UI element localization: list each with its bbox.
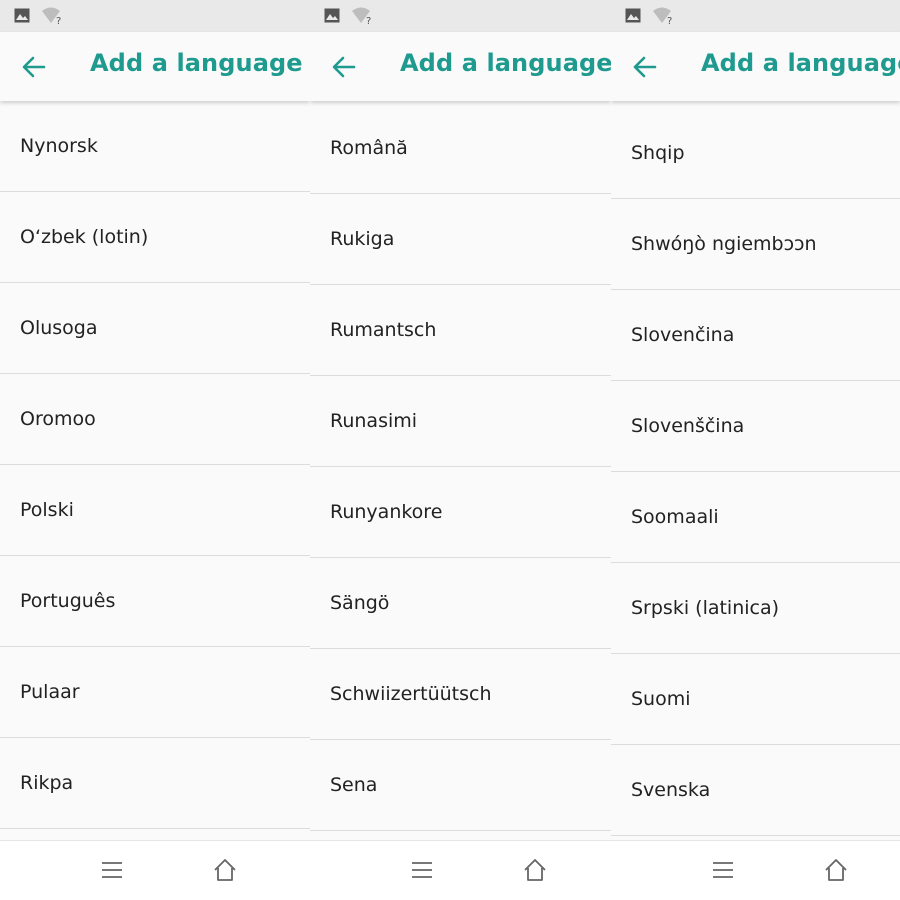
page-title: Add a language (400, 49, 611, 77)
language-label: Suomi (631, 688, 691, 710)
home-icon[interactable] (212, 858, 238, 882)
language-item[interactable]: Svenska (611, 745, 900, 836)
language-label: Português (20, 590, 116, 612)
language-item[interactable]: Polski (0, 465, 310, 556)
language-item[interactable]: Rukiga (310, 194, 611, 285)
menu-icon[interactable] (411, 859, 433, 881)
app-bar: Add a language (611, 32, 900, 101)
image-icon (625, 8, 641, 23)
svg-text:?: ? (56, 16, 61, 25)
language-label: Slovenščina (631, 415, 745, 437)
language-item[interactable]: Português (0, 556, 310, 647)
language-label: Runasimi (330, 410, 418, 432)
language-item[interactable]: O‘zbek (lotin) (0, 192, 310, 283)
language-label: Nynorsk (20, 135, 98, 157)
app-bar: Add a language (0, 32, 310, 101)
language-label: Română (330, 137, 408, 159)
svg-text:?: ? (366, 16, 371, 25)
language-label: Rumantsch (330, 319, 437, 341)
wifi-question-icon: ? (352, 7, 371, 25)
language-item[interactable]: Rikpa (0, 738, 310, 829)
language-label: Rukiga (330, 228, 395, 250)
language-label: Svenska (631, 779, 711, 801)
language-label: Shwóŋò ngiembɔɔn (631, 233, 817, 255)
language-item[interactable]: Sängö (310, 558, 611, 649)
language-label: Slovenčina (631, 324, 735, 346)
language-label: O‘zbek (lotin) (20, 226, 149, 248)
back-arrow-icon[interactable] (631, 53, 659, 81)
language-item[interactable]: Srpski (latinica) (611, 563, 900, 654)
status-bar: ? (310, 0, 611, 32)
image-icon (14, 8, 30, 23)
language-label: Srpski (latinica) (631, 597, 780, 619)
language-item[interactable]: Română (310, 103, 611, 194)
panel-3: ? Add a language Shqip Shwóŋò ngiembɔɔn … (611, 0, 900, 900)
panel-1: ? Add a language Nynorsk O‘zbek (lotin) … (0, 0, 310, 900)
home-icon[interactable] (823, 858, 849, 882)
language-item[interactable]: Schwiizertüütsch (310, 649, 611, 740)
app-bar: Add a language (310, 32, 611, 101)
page-title: Add a language (701, 49, 900, 77)
wifi-question-icon: ? (653, 7, 672, 25)
language-item[interactable]: Runyankore (310, 467, 611, 558)
language-label: Rikpa (20, 772, 74, 794)
language-item[interactable]: Olusoga (0, 283, 310, 374)
language-label: Soomaali (631, 506, 719, 528)
panel-2: ? Add a language Română Rukiga Rumantsch… (310, 0, 611, 900)
page-title: Add a language (90, 49, 303, 77)
language-list[interactable]: Shqip Shwóŋò ngiembɔɔn Slovenčina Sloven… (611, 108, 900, 841)
language-label: Runyankore (330, 501, 443, 523)
language-label: Shqip (631, 142, 685, 164)
language-item[interactable]: Sena (310, 740, 611, 831)
menu-icon[interactable] (712, 859, 734, 881)
language-label: Olusoga (20, 317, 98, 339)
status-bar: ? (0, 0, 310, 32)
nav-bar (310, 840, 611, 900)
language-item[interactable]: Slovenščina (611, 381, 900, 472)
language-item[interactable]: Rumantsch (310, 285, 611, 376)
svg-text:?: ? (667, 16, 672, 25)
language-item[interactable]: Soomaali (611, 472, 900, 563)
language-label: Sängö (330, 592, 390, 614)
language-item[interactable]: Shwóŋò ngiembɔɔn (611, 199, 900, 290)
image-icon (324, 8, 340, 23)
language-label: Oromoo (20, 408, 96, 430)
wifi-question-icon: ? (42, 7, 61, 25)
nav-bar (0, 840, 310, 900)
language-label: Sena (330, 774, 378, 796)
back-arrow-icon[interactable] (330, 53, 358, 81)
language-list[interactable]: Nynorsk O‘zbek (lotin) Olusoga Oromoo Po… (0, 101, 310, 841)
language-list[interactable]: Română Rukiga Rumantsch Runasimi Runyank… (310, 103, 611, 841)
language-item[interactable]: Pulaar (0, 647, 310, 738)
language-item[interactable]: Slovenčina (611, 290, 900, 381)
status-bar: ? (611, 0, 900, 32)
language-item[interactable]: Runasimi (310, 376, 611, 467)
nav-bar (611, 840, 900, 900)
language-label: Polski (20, 499, 74, 521)
back-arrow-icon[interactable] (20, 53, 48, 81)
menu-icon[interactable] (101, 859, 123, 881)
language-label: Schwiizertüütsch (330, 683, 492, 705)
language-item[interactable]: Suomi (611, 654, 900, 745)
language-item[interactable]: Shqip (611, 108, 900, 199)
home-icon[interactable] (522, 858, 548, 882)
language-item[interactable]: Oromoo (0, 374, 310, 465)
language-label: Pulaar (20, 681, 80, 703)
language-item[interactable]: Nynorsk (0, 101, 310, 192)
